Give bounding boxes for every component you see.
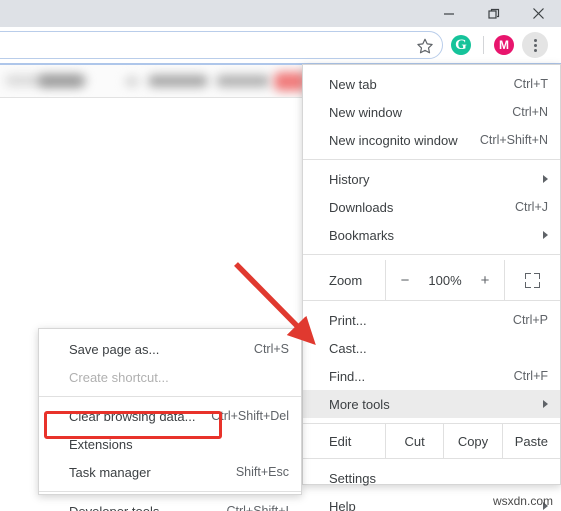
submenu-item-clear-browsing-data[interactable]: Clear browsing data... Ctrl+Shift+Del	[39, 402, 301, 430]
submenu-item-accel: Ctrl+Shift+Del	[211, 409, 289, 423]
menu-item-label: Cast...	[329, 340, 367, 356]
submenu-item-save-page-as[interactable]: Save page as... Ctrl+S	[39, 335, 301, 363]
window-title-bar	[0, 0, 561, 27]
restore-button[interactable]	[471, 0, 516, 27]
submenu-item-label: Save page as...	[69, 341, 160, 357]
three-dots-icon-dot	[533, 38, 537, 42]
menu-item-label: More tools	[329, 396, 390, 412]
zoom-label: Zoom	[329, 272, 363, 288]
zoom-out-button[interactable]: −	[398, 272, 412, 289]
submenu-item-developer-tools[interactable]: Developer tools Ctrl+Shift+I	[39, 497, 301, 511]
menu-item-accel: Ctrl+F	[513, 369, 548, 383]
restore-icon	[487, 8, 499, 19]
menu-item-label: Print...	[329, 312, 367, 328]
blurred-text	[216, 75, 270, 87]
menu-item-cast[interactable]: Cast...	[303, 334, 560, 362]
menu-item-find[interactable]: Find... Ctrl+F	[303, 362, 560, 390]
menu-item-accel: Ctrl+P	[512, 313, 548, 327]
zoom-level-value: 100%	[428, 272, 462, 288]
close-icon	[533, 8, 544, 19]
submenu-separator	[39, 396, 301, 397]
zoom-controls: − 100% +	[386, 260, 504, 300]
submenu-item-accel: Shift+Esc	[235, 465, 289, 479]
fullscreen-icon	[525, 272, 540, 288]
menu-item-settings[interactable]: Settings	[303, 464, 560, 492]
menu-item-label: New tab	[329, 76, 377, 92]
menu-item-label: Bookmarks	[329, 227, 395, 243]
minimize-button[interactable]	[426, 0, 471, 27]
submenu-item-label: Developer tools	[69, 503, 160, 511]
menu-item-accel: Ctrl+N	[512, 105, 548, 119]
submenu-separator	[39, 491, 301, 492]
menu-item-new-tab[interactable]: New tab Ctrl+T	[303, 70, 560, 98]
watermark-text: wsxdn.com	[492, 494, 553, 508]
submenu-item-label: Clear browsing data...	[69, 408, 196, 424]
menu-item-accel: Ctrl+Shift+N	[479, 133, 548, 147]
menu-item-label: Find...	[329, 368, 366, 384]
toolbar-divider	[483, 36, 484, 54]
edit-copy-button[interactable]: Copy	[444, 424, 501, 458]
menu-item-new-window[interactable]: New window Ctrl+N	[303, 98, 560, 126]
menu-item-accel: Ctrl+T	[513, 77, 548, 91]
window-controls	[426, 0, 561, 27]
edit-cut-button[interactable]: Cut	[386, 424, 443, 458]
menu-edit-row: Edit Cut Copy Paste	[303, 424, 560, 458]
menu-item-downloads[interactable]: Downloads Ctrl+J	[303, 193, 560, 221]
submenu-item-accel: Ctrl+S	[253, 342, 289, 356]
submenu-item-label: Task manager	[69, 464, 151, 480]
submenu-item-accel: Ctrl+Shift+I	[226, 504, 289, 511]
menu-item-history[interactable]: History	[303, 165, 560, 193]
submenu-item-label: Extensions	[69, 436, 133, 452]
close-button[interactable]	[516, 0, 561, 27]
menu-item-bookmarks[interactable]: Bookmarks	[303, 221, 560, 249]
submenu-item-task-manager[interactable]: Task manager Shift+Esc	[39, 458, 301, 486]
bookmark-star-icon[interactable]	[416, 37, 434, 55]
three-dots-icon-dot	[533, 43, 537, 47]
minimize-icon	[443, 12, 454, 15]
profile-avatar[interactable]: M	[494, 35, 514, 55]
fullscreen-button[interactable]	[505, 260, 560, 300]
chrome-main-menu: New tab Ctrl+T New window Ctrl+N New inc…	[302, 64, 561, 511]
menu-separator	[303, 159, 560, 160]
menu-separator	[303, 254, 560, 255]
edit-label: Edit	[329, 433, 352, 449]
menu-item-label: Downloads	[329, 199, 394, 215]
more-tools-submenu: Save page as... Ctrl+S Create shortcut..…	[38, 328, 302, 511]
zoom-in-button[interactable]: +	[478, 272, 492, 289]
submenu-item-create-shortcut: Create shortcut...	[39, 363, 301, 391]
chevron-right-icon	[543, 175, 548, 183]
chevron-right-icon	[543, 400, 548, 408]
menu-item-label: Settings	[329, 470, 376, 486]
submenu-item-extensions[interactable]: Extensions	[39, 430, 301, 458]
browser-toolbar: G M	[0, 27, 561, 63]
menu-item-new-incognito-window[interactable]: New incognito window Ctrl+Shift+N	[303, 126, 560, 154]
menu-item-label: New incognito window	[329, 132, 458, 148]
blurred-text	[38, 75, 84, 87]
menu-item-accel: Ctrl+J	[515, 200, 548, 214]
address-bar[interactable]	[0, 31, 443, 59]
menu-item-print[interactable]: Print... Ctrl+P	[303, 306, 560, 334]
menu-item-label: New window	[329, 104, 402, 120]
chrome-menu-button[interactable]	[522, 32, 548, 58]
chevron-right-icon	[543, 231, 548, 239]
extension-grammarly-icon[interactable]: G	[451, 35, 471, 55]
three-dots-icon-dot	[533, 48, 537, 52]
menu-item-label: History	[329, 171, 370, 187]
blurred-text	[148, 75, 208, 87]
menu-item-more-tools[interactable]: More tools	[303, 390, 560, 418]
browser-window: G M New tab Ctrl+T New window Ctrl+N New…	[0, 0, 561, 511]
submenu-item-label: Create shortcut...	[69, 369, 169, 385]
blurred-text	[125, 77, 139, 86]
edit-paste-button[interactable]: Paste	[503, 424, 560, 458]
menu-zoom-row: Zoom − 100% +	[303, 260, 560, 300]
